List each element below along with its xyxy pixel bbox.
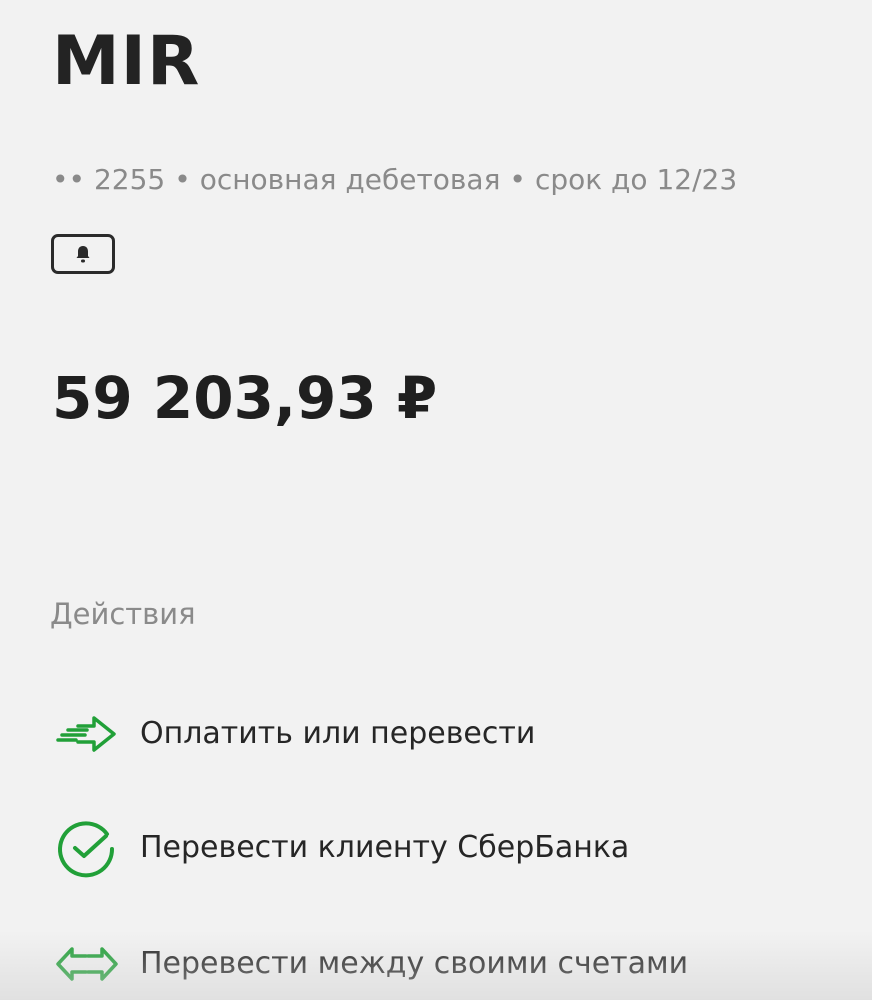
action-label: Перевести клиенту СберБанка	[140, 830, 630, 865]
meta-separator: •	[174, 163, 191, 196]
transfer-arrow-icon	[56, 702, 122, 766]
card-meta: •• 2255 • основная дебетовая • срок до 12/23	[52, 160, 737, 200]
action-transfer-between-own-accounts[interactable]: Перевести между своими счетами	[56, 932, 688, 996]
card-title: MIR	[52, 22, 201, 101]
action-label: Оплатить или перевести	[140, 716, 536, 751]
card-type: основная дебетовая	[199, 163, 501, 196]
card-number-dots: ••	[52, 163, 86, 196]
sber-logo-icon	[56, 816, 122, 880]
meta-separator: •	[509, 163, 526, 196]
action-pay-or-transfer[interactable]: Оплатить или перевести	[56, 702, 535, 766]
actions-section-title: Действия	[50, 597, 196, 631]
bell-icon	[76, 246, 90, 263]
action-label: Перевести между своими счетами	[140, 946, 689, 981]
card-number-last4: 2255	[93, 163, 166, 196]
card-expiry: срок до 12/23	[534, 163, 738, 196]
notifications-toggle[interactable]	[51, 234, 115, 274]
swap-arrows-icon	[56, 932, 122, 996]
card-balance: 59 203,93 ₽	[52, 364, 438, 432]
card-details-screen: MIR •• 2255 • основная дебетовая • срок до 1…	[0, 0, 872, 1000]
action-transfer-to-sber-client[interactable]: Перевести клиенту СберБанка	[56, 816, 629, 880]
